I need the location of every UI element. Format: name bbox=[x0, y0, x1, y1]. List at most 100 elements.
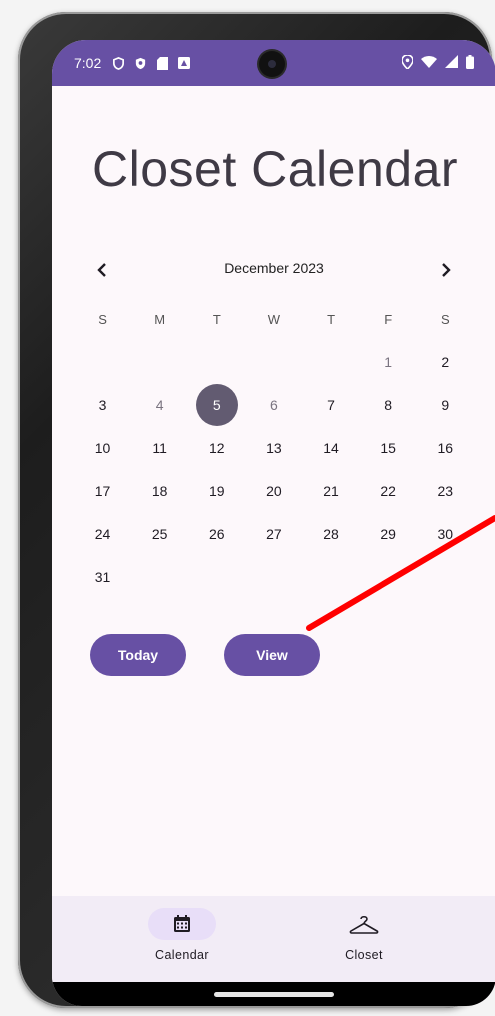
view-button[interactable]: View bbox=[224, 634, 320, 676]
nav-label-closet: Closet bbox=[345, 948, 383, 962]
calendar-day-number: 26 bbox=[209, 525, 225, 542]
calendar-day-number: 4 bbox=[155, 396, 164, 413]
calendar-day-number: 8 bbox=[384, 396, 393, 413]
calendar-empty-cell bbox=[74, 340, 131, 383]
calendar-day-22[interactable]: 22 bbox=[360, 469, 417, 512]
calendar-header: December 2023 bbox=[88, 252, 460, 288]
today-button[interactable]: Today bbox=[90, 634, 186, 676]
calendar-day-17[interactable]: 17 bbox=[74, 469, 131, 512]
calendar-empty-cell bbox=[245, 555, 302, 598]
calendar-day-number: 27 bbox=[266, 525, 282, 542]
calendar-day-14[interactable]: 14 bbox=[303, 426, 360, 469]
calendar-day-6[interactable]: 6 bbox=[245, 383, 302, 426]
calendar-day-2[interactable]: 2 bbox=[417, 340, 474, 383]
calendar-day-number: 24 bbox=[94, 525, 111, 542]
calendar-day-number: 21 bbox=[323, 482, 339, 499]
signal-icon bbox=[445, 55, 458, 71]
calendar-day-number: 14 bbox=[323, 439, 339, 456]
weekday-headers: S M T W T F S bbox=[74, 312, 474, 327]
calendar-empty-cell bbox=[131, 340, 188, 383]
shield-icon bbox=[133, 56, 147, 70]
nav-item-calendar[interactable]: Calendar bbox=[122, 908, 242, 972]
calendar-day-26[interactable]: 26 bbox=[188, 512, 245, 555]
calendar-day-11[interactable]: 11 bbox=[131, 426, 188, 469]
calendar-icon bbox=[174, 915, 190, 932]
home-indicator[interactable] bbox=[52, 982, 495, 1006]
nav-item-closet[interactable]: Closet bbox=[304, 908, 424, 972]
calendar-day-number: 31 bbox=[94, 568, 111, 585]
calendar-day-18[interactable]: 18 bbox=[131, 469, 188, 512]
weekday-header: T bbox=[212, 312, 221, 327]
calendar-day-25[interactable]: 25 bbox=[131, 512, 188, 555]
calendar-empty-cell bbox=[188, 555, 245, 598]
calendar-empty-cell bbox=[417, 555, 474, 598]
calendar-day-number: 19 bbox=[209, 482, 225, 499]
vpn-key-icon bbox=[111, 56, 125, 70]
weekday-header: M bbox=[154, 312, 166, 327]
calendar-day-27[interactable]: 27 bbox=[245, 512, 302, 555]
calendar-day-5[interactable]: 5 bbox=[188, 383, 245, 426]
calendar-day-15[interactable]: 15 bbox=[360, 426, 417, 469]
calendar-day-21[interactable]: 21 bbox=[303, 469, 360, 512]
weekday-header: S bbox=[98, 312, 107, 327]
chevron-right-icon bbox=[442, 263, 451, 277]
status-right-icons bbox=[401, 40, 474, 86]
calendar-day-30[interactable]: 30 bbox=[417, 512, 474, 555]
status-time: 7:02 bbox=[74, 55, 102, 71]
calendar-day-3[interactable]: 3 bbox=[74, 383, 131, 426]
weekday-header: W bbox=[267, 312, 281, 327]
front-camera bbox=[259, 51, 285, 77]
status-bar: 7:02 bbox=[52, 40, 495, 86]
calendar-day-24[interactable]: 24 bbox=[74, 512, 131, 555]
calendar-day-1[interactable]: 1 bbox=[360, 340, 417, 383]
weekday-header: F bbox=[384, 312, 393, 327]
calendar-day-20[interactable]: 20 bbox=[245, 469, 302, 512]
calendar-empty-cell bbox=[303, 340, 360, 383]
calendar-day-8[interactable]: 8 bbox=[360, 383, 417, 426]
calendar-day-number: 1 bbox=[384, 353, 393, 370]
calendar-day-number: 17 bbox=[94, 482, 111, 499]
weekday-header: S bbox=[440, 312, 450, 327]
calendar-day-grid: 1 2 3 4 5 6 7 8 9 10 11 12 13 14 15 16 17 18 19 20 21 22 23 24 2… bbox=[74, 340, 474, 598]
calendar-day-9[interactable]: 9 bbox=[417, 383, 474, 426]
calendar-day-number: 23 bbox=[437, 482, 454, 499]
calendar-day-number: 20 bbox=[266, 482, 282, 499]
location-icon bbox=[401, 53, 414, 72]
wifi-icon bbox=[421, 55, 437, 71]
calendar-empty-cell bbox=[131, 555, 188, 598]
calendar-day-19[interactable]: 19 bbox=[188, 469, 245, 512]
calendar-empty-cell bbox=[360, 555, 417, 598]
calendar-day-number: 9 bbox=[441, 396, 450, 413]
calendar-empty-cell bbox=[245, 340, 302, 383]
calendar-day-23[interactable]: 23 bbox=[417, 469, 474, 512]
calendar-day-number: 18 bbox=[151, 482, 168, 499]
calendar-day-12[interactable]: 12 bbox=[188, 426, 245, 469]
app-screen: 7:02 Closet Calendar December 2023 S M T… bbox=[52, 40, 495, 1006]
calendar-day-number: 5 bbox=[212, 396, 221, 413]
calendar-day-number: 6 bbox=[270, 396, 278, 413]
calendar-day-16[interactable]: 16 bbox=[417, 426, 474, 469]
calendar-day-number: 13 bbox=[266, 439, 282, 456]
calendar-day-7[interactable]: 7 bbox=[303, 383, 360, 426]
weekday-header: T bbox=[327, 312, 336, 327]
calendar-day-31[interactable]: 31 bbox=[74, 555, 131, 598]
calendar-day-10[interactable]: 10 bbox=[74, 426, 131, 469]
calendar-day-number: 28 bbox=[323, 525, 339, 542]
calendar-day-number: 10 bbox=[94, 439, 111, 456]
calendar-day-number: 12 bbox=[209, 439, 225, 456]
calendar-empty-cell bbox=[303, 555, 360, 598]
nav-icon-container bbox=[330, 908, 398, 940]
phone-frame: 7:02 Closet Calendar December 2023 S M T… bbox=[18, 12, 495, 1008]
month-label: December 2023 bbox=[224, 260, 324, 276]
calendar-day-number: 3 bbox=[98, 396, 107, 413]
calendar-day-28[interactable]: 28 bbox=[303, 512, 360, 555]
page-title: Closet Calendar bbox=[92, 141, 459, 197]
calendar-day-13[interactable]: 13 bbox=[245, 426, 302, 469]
calendar-day-29[interactable]: 29 bbox=[360, 512, 417, 555]
battery-icon bbox=[466, 54, 474, 72]
bottom-navigation: Calendar Closet bbox=[52, 896, 495, 982]
calendar-day-number: 29 bbox=[380, 525, 396, 542]
next-month-button[interactable] bbox=[432, 256, 460, 284]
calendar-day-4[interactable]: 4 bbox=[131, 383, 188, 426]
calendar-day-number: 15 bbox=[380, 439, 396, 456]
